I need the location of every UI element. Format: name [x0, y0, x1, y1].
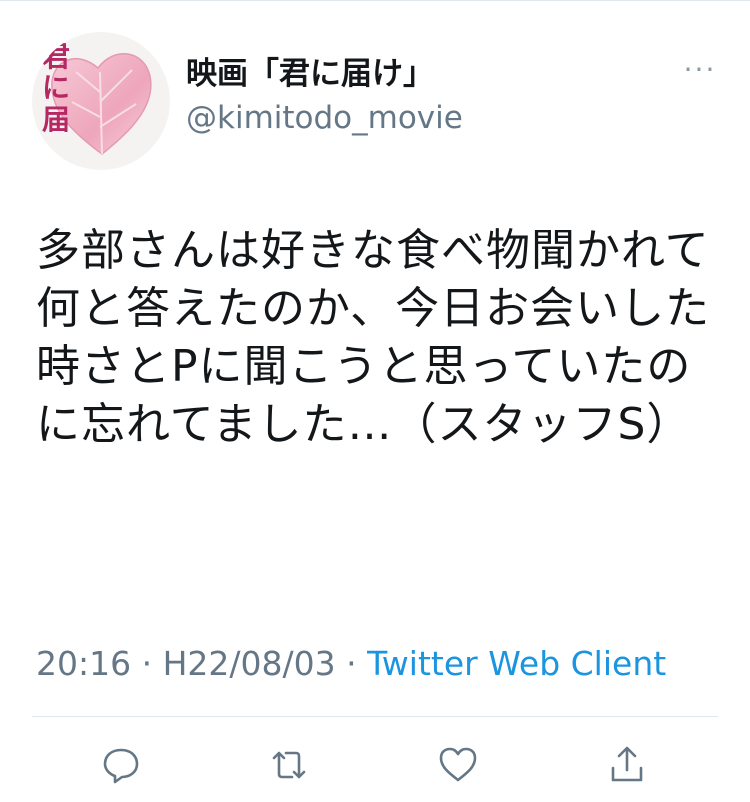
- tweet-meta: 20:16 · H22/08/03 · Twitter Web Client: [36, 642, 736, 686]
- name-block: 映画「君に届け」 @kimitodo_movie: [186, 54, 463, 140]
- meta-separator: ·: [131, 644, 163, 683]
- tweet-date[interactable]: H22/08/03: [163, 644, 336, 683]
- top-divider: [0, 0, 750, 1]
- share-icon: [611, 746, 643, 782]
- like-button[interactable]: [435, 742, 481, 788]
- tweet-header: 君 に 届 映画「君に届け」 @kimitodo_movie ···: [32, 32, 732, 170]
- retweet-icon: [272, 751, 306, 779]
- handle[interactable]: @kimitodo_movie: [186, 96, 463, 140]
- tweet-time[interactable]: 20:16: [36, 644, 131, 683]
- bottom-divider: [32, 716, 718, 717]
- heart-icon: [439, 747, 477, 782]
- reply-button[interactable]: [98, 742, 144, 788]
- display-name[interactable]: 映画「君に届け」: [186, 54, 463, 94]
- reply-icon: [103, 748, 139, 784]
- avatar-logo-text: 君 に 届: [42, 40, 71, 136]
- action-bar: [0, 742, 750, 790]
- meta-separator: ·: [335, 644, 368, 683]
- share-button[interactable]: [604, 742, 650, 788]
- more-options-button[interactable]: ···: [680, 56, 720, 84]
- tweet-text: 多部さんは好きな食べ物聞かれて何と答えたのか、今日お会いした時さとPに聞こうと思…: [36, 225, 711, 450]
- avatar[interactable]: 君 に 届: [32, 32, 170, 170]
- client-link[interactable]: Twitter Web Client: [367, 644, 666, 683]
- retweet-button[interactable]: [266, 742, 312, 788]
